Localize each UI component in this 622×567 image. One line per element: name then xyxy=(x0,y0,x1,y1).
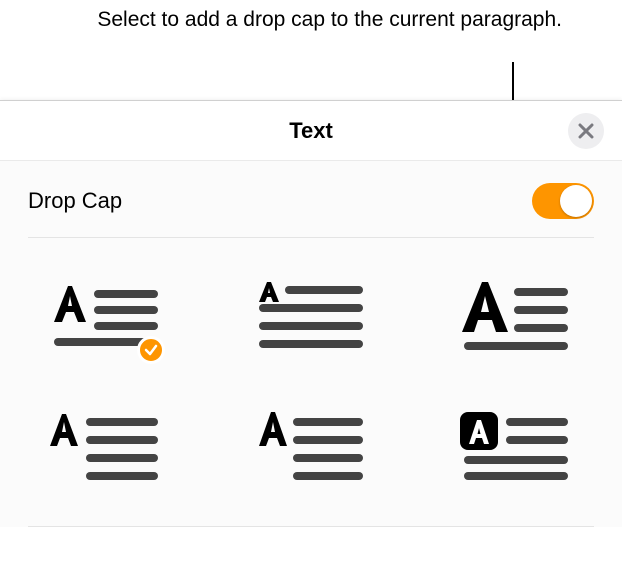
text-format-panel: Text Drop Cap xyxy=(0,100,622,567)
drop-cap-toggle[interactable] xyxy=(532,183,594,219)
drop-cap-style-option[interactable] xyxy=(237,282,386,354)
help-callout-text: Select to add a drop cap to the current … xyxy=(97,8,562,31)
panel-title: Text xyxy=(289,118,333,144)
panel-body: Drop Cap xyxy=(0,161,622,527)
help-callout: Select to add a drop cap to the current … xyxy=(0,6,562,33)
drop-cap-style-option[interactable] xyxy=(237,410,386,482)
selected-check-icon xyxy=(137,336,165,364)
panel-header: Text xyxy=(0,101,622,161)
toggle-knob xyxy=(560,185,592,217)
close-button[interactable] xyxy=(568,113,604,149)
drop-cap-style-option[interactable] xyxy=(32,282,181,354)
drop-cap-style-option[interactable] xyxy=(441,282,590,354)
drop-cap-style-option[interactable] xyxy=(32,410,181,482)
drop-cap-style-option[interactable] xyxy=(441,410,590,482)
close-icon xyxy=(578,123,594,139)
drop-cap-style-grid xyxy=(28,238,594,527)
drop-cap-row: Drop Cap xyxy=(28,161,594,238)
drop-cap-label: Drop Cap xyxy=(28,188,122,214)
